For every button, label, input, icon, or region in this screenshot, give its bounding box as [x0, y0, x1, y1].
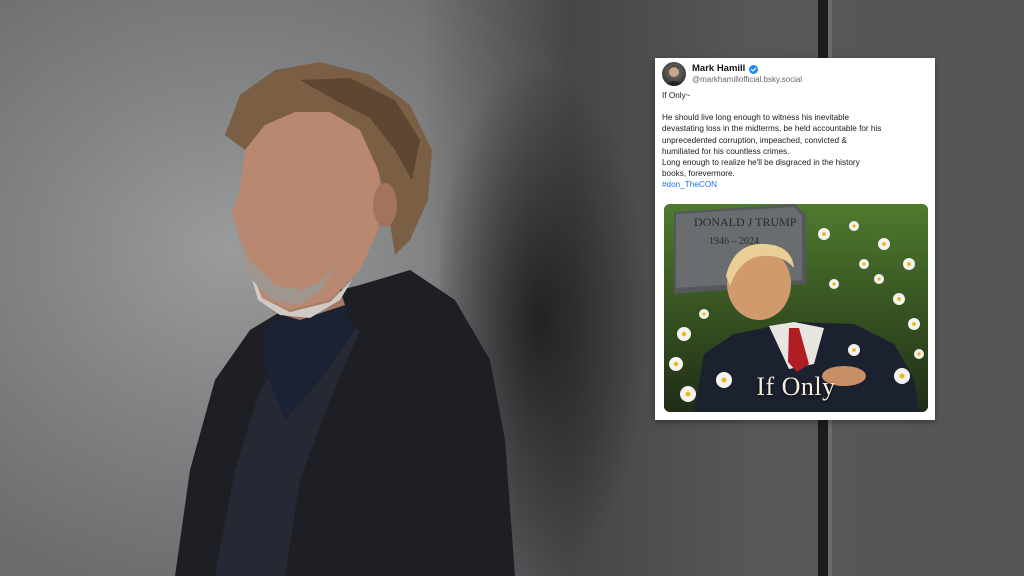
- post-header: Mark Hamill @markhamillofficial.bsky.soc…: [662, 62, 928, 88]
- post-line: If Only~: [662, 91, 691, 100]
- post-line: He should live long enough to witness hi…: [662, 113, 850, 123]
- post-line: unprecedented corruption, impeached, con…: [662, 135, 847, 145]
- social-post-card: Mark Hamill @markhamillofficial.bsky.soc…: [655, 58, 935, 420]
- post-text: If Only~ He should live long enough to w…: [662, 90, 930, 191]
- post-line: devastating loss in the midterms, be hel…: [662, 124, 882, 134]
- post-line: books, forevermore.: [662, 169, 735, 179]
- author-handle[interactable]: @markhamillofficial.bsky.social: [692, 75, 802, 85]
- author-name[interactable]: Mark Hamill: [692, 63, 745, 75]
- post-image[interactable]: DONALD J TRUMP 1946 – 2024 If Only: [664, 204, 928, 412]
- image-caption: If Only: [756, 372, 836, 401]
- post-line: humiliated for his countless crimes.: [662, 146, 790, 156]
- author-name-row: Mark Hamill: [692, 63, 759, 75]
- headstone-name: DONALD J TRUMP: [694, 215, 797, 229]
- post-line-gap: [662, 101, 930, 112]
- hashtag-link[interactable]: #don_TheCON: [662, 179, 930, 190]
- verified-badge-icon: [749, 64, 759, 74]
- photo-scene: Mark Hamill @markhamillofficial.bsky.soc…: [0, 0, 1024, 576]
- person-photo: [175, 62, 515, 576]
- author-avatar[interactable]: [662, 62, 686, 86]
- post-line: Long enough to realize he'll be disgrace…: [662, 158, 860, 168]
